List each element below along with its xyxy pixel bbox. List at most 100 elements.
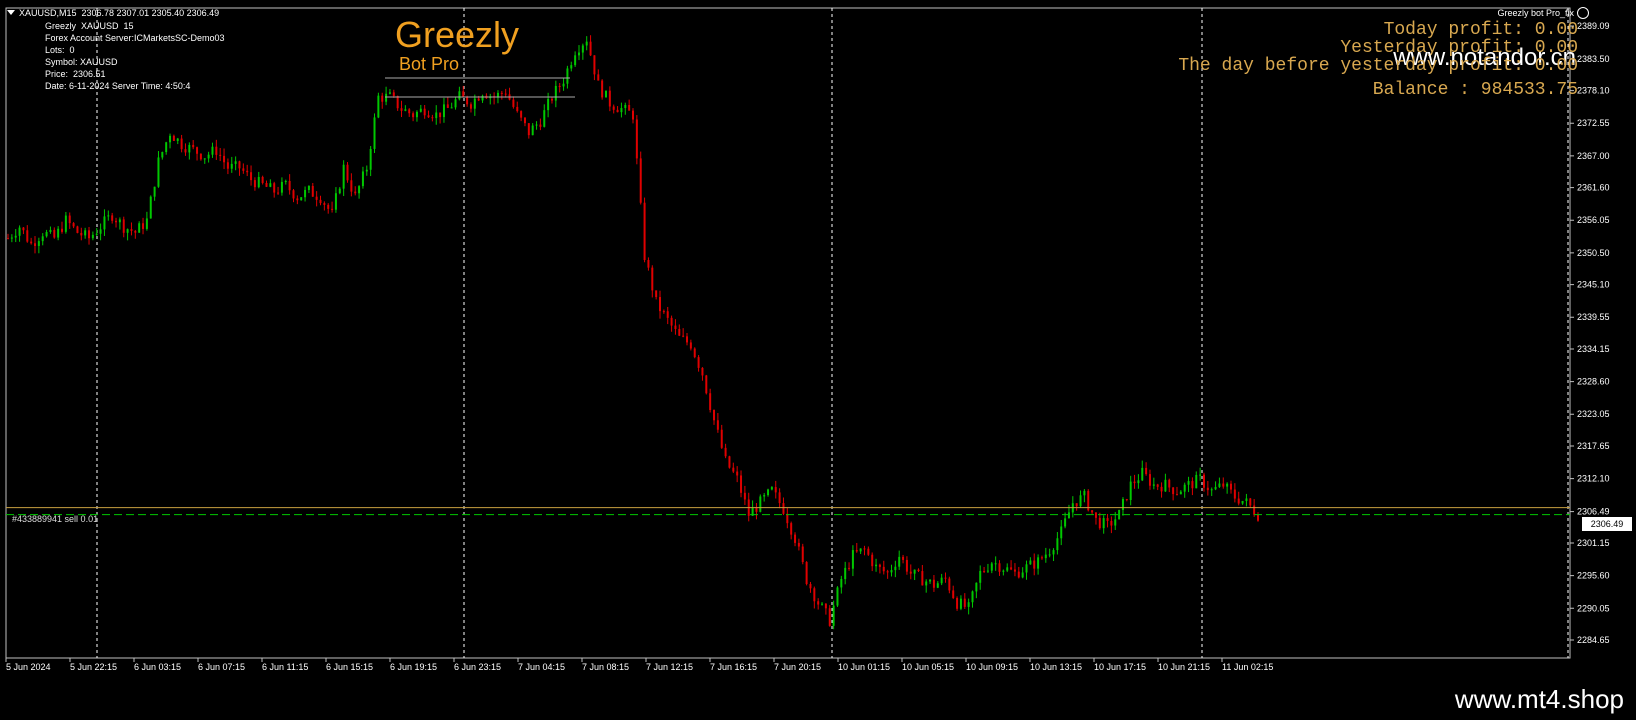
candle-body	[689, 342, 692, 349]
smile-icon[interactable]	[1577, 7, 1589, 19]
candle-body	[855, 550, 858, 552]
candle-body	[311, 185, 314, 197]
candle-body	[165, 142, 168, 153]
candle-body	[1253, 505, 1256, 515]
candle-body	[670, 317, 673, 326]
info-line-1: Greezly XAUUSD 15	[45, 21, 134, 31]
candle-body	[759, 496, 762, 512]
candle-body	[215, 146, 218, 155]
candle-body	[439, 112, 442, 118]
y-tick-label: 2383.50	[1577, 54, 1610, 64]
candle-body	[1017, 571, 1020, 578]
candle-body	[435, 112, 438, 119]
candle-body	[315, 196, 318, 200]
candle-body	[273, 183, 276, 193]
y-tick-label: 2284.65	[1577, 635, 1610, 645]
candle-body	[1075, 503, 1078, 507]
footer: www.mt4.shop	[0, 680, 1636, 720]
candle-body	[454, 99, 457, 108]
x-tick-label: 10 Jun 01:15	[838, 662, 890, 672]
candle-body	[473, 98, 476, 109]
candle-body	[157, 157, 160, 187]
y-tick-label: 2367.00	[1577, 151, 1610, 161]
candle-body	[809, 584, 812, 589]
candle-body	[1175, 494, 1178, 496]
candle-body	[234, 161, 237, 164]
symbol-line: XAUUSD,M15 2306.78 2307.01 2305.40 2306.…	[19, 8, 220, 18]
candle-body	[1141, 467, 1144, 481]
candle-body	[446, 104, 449, 108]
candle-body	[720, 429, 723, 448]
candle-body	[959, 598, 962, 609]
candle-body	[26, 230, 29, 242]
menu-triangle-icon[interactable]	[7, 10, 15, 15]
y-tick-label: 2356.05	[1577, 215, 1610, 225]
candle-body	[342, 164, 345, 189]
x-tick-label: 6 Jun 15:15	[326, 662, 373, 672]
candle-body	[651, 267, 654, 291]
candle-body	[975, 582, 978, 592]
candle-body	[767, 489, 770, 496]
candle-body	[705, 375, 708, 394]
candlestick-chart[interactable]: 2389.09 2383.50 2378.10 2372.55 2367.00 2361.…	[0, 0, 1636, 680]
y-tick-label: 2372.55	[1577, 118, 1610, 128]
candle-body	[172, 135, 175, 141]
chart-area[interactable]: 2389.09 2383.50 2378.10 2372.55 2367.00 2361.…	[0, 0, 1636, 680]
candle-body	[1121, 499, 1124, 510]
candle-body	[693, 348, 696, 358]
candle-body	[558, 85, 561, 87]
candle-body	[84, 230, 87, 236]
candle-body	[149, 196, 152, 219]
candle-body	[277, 192, 280, 194]
candle-body	[577, 52, 580, 56]
candle-body	[1083, 490, 1086, 496]
candle-body	[1040, 557, 1043, 559]
candle-body	[250, 172, 253, 181]
candle-body	[604, 90, 607, 98]
info-line-3: Lots: 0	[45, 45, 75, 55]
candle-body	[365, 169, 368, 172]
candle-body	[1183, 484, 1186, 492]
logo-subtitle: Bot Pro	[399, 54, 460, 74]
candle-body	[998, 563, 1001, 572]
candle-body	[1002, 570, 1005, 572]
candle-body	[377, 95, 380, 118]
candle-body	[547, 98, 550, 111]
candle-body	[176, 138, 179, 141]
candle-body	[635, 119, 638, 159]
candle-body	[462, 91, 465, 97]
candle-body	[1133, 481, 1136, 484]
candle-body	[805, 562, 808, 585]
x-tick-label: 7 Jun 16:15	[710, 662, 757, 672]
ea-name-label: Greezly bot Pro_fix	[1497, 8, 1574, 18]
candle-body	[415, 111, 418, 118]
candle-body	[1029, 560, 1032, 565]
order-label[interactable]: #433889941 sell 0.01	[12, 514, 98, 524]
candle-body	[523, 117, 526, 124]
candle-body	[909, 571, 912, 574]
y-tick-label: 2323.05	[1577, 409, 1610, 419]
candle-body	[1152, 484, 1155, 486]
candle-body	[296, 198, 299, 201]
candle-body	[323, 203, 326, 205]
candle-body	[327, 204, 330, 209]
candle-body	[37, 241, 40, 246]
candle-body	[1229, 483, 1232, 490]
candle-body	[288, 180, 291, 191]
candle-body	[284, 180, 287, 182]
candle-body	[709, 393, 712, 410]
candle-body	[628, 104, 631, 111]
candle-body	[1102, 518, 1105, 529]
candle-body	[701, 367, 704, 376]
candle-body	[956, 597, 959, 609]
candle-body	[404, 109, 407, 111]
candle-body	[1079, 495, 1082, 507]
candle-body	[88, 230, 91, 239]
x-tick-label: 6 Jun 07:15	[198, 662, 245, 672]
candle-body	[450, 107, 453, 109]
candle-body	[1110, 520, 1113, 526]
candle-body	[1056, 538, 1059, 551]
candle-body	[1245, 498, 1248, 501]
candle-body	[520, 111, 523, 118]
candle-body	[392, 92, 395, 96]
